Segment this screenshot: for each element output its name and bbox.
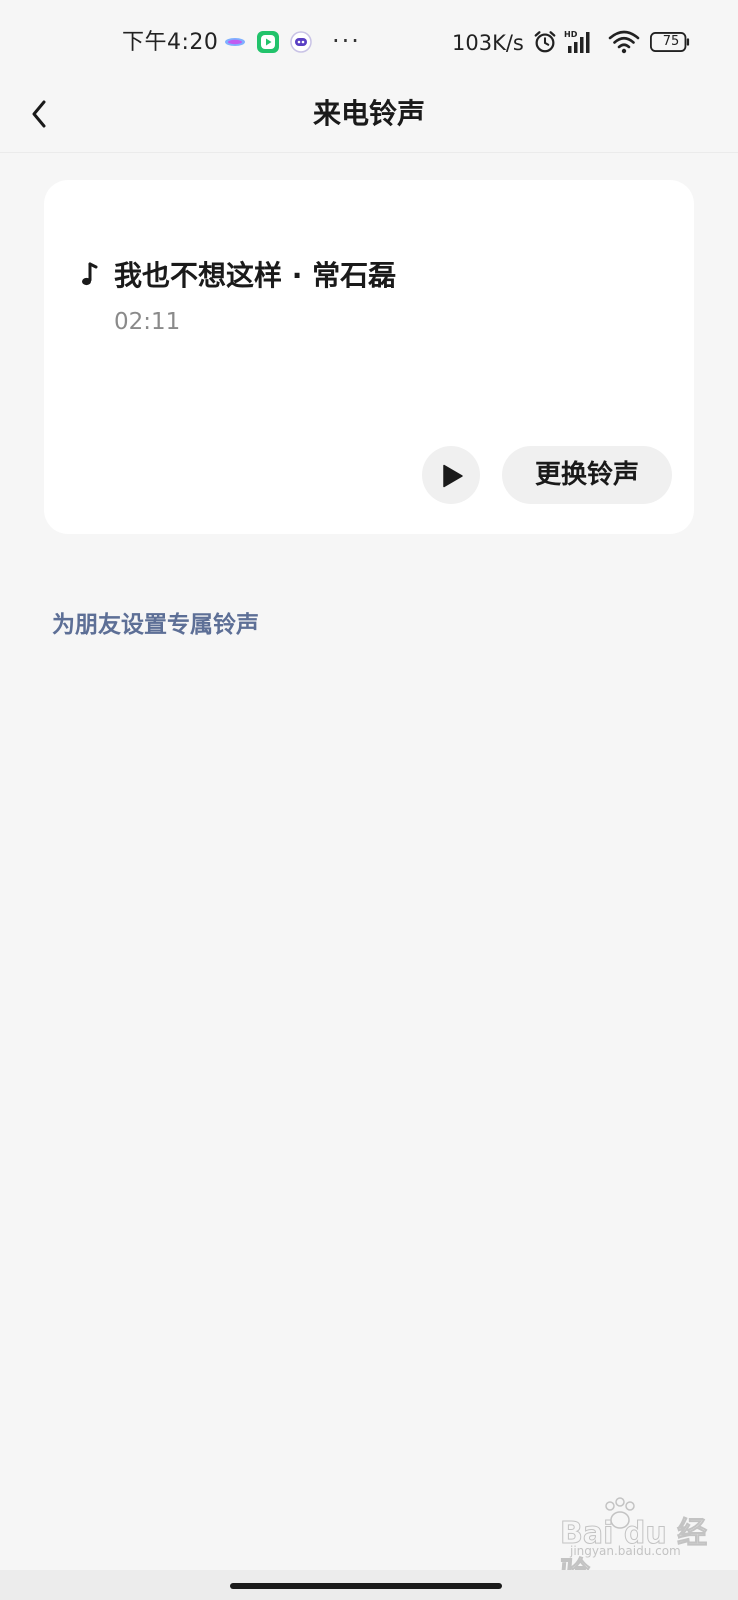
bubble-app-icon xyxy=(225,38,245,46)
status-bar: 下午4:20 ··· 103K/s HD 75 xyxy=(0,0,738,86)
astronaut-app-icon xyxy=(290,31,312,53)
change-ringtone-button[interactable]: 更换铃声 xyxy=(502,446,672,504)
current-ringtone-card: 我也不想这样 · 常石磊 02:11 更换铃声 xyxy=(44,180,694,534)
more-notifications-indicator: ··· xyxy=(332,27,361,55)
play-icon xyxy=(443,464,463,488)
network-speed: 103K/s xyxy=(452,31,524,55)
svg-text:HD: HD xyxy=(564,30,578,39)
green-play-app-icon xyxy=(257,31,279,53)
status-time: 下午4:20 xyxy=(122,30,219,55)
wifi-icon xyxy=(608,30,640,54)
header: 来电铃声 xyxy=(0,86,738,153)
home-indicator[interactable] xyxy=(230,1583,502,1589)
page-title: 来电铃声 xyxy=(312,97,425,130)
hd-signal-icon: HD xyxy=(564,30,590,53)
alarm-icon xyxy=(534,31,556,53)
set-friend-ringtone-link[interactable]: 为朋友设置专属铃声 xyxy=(52,608,259,642)
ringtone-duration: 02:11 xyxy=(114,309,181,335)
play-button[interactable] xyxy=(422,446,480,504)
baidu-watermark-logo: Bai du 经验 jingyan.baidu.com xyxy=(560,1497,710,1592)
music-note-icon xyxy=(82,262,98,286)
ringtone-title: 我也不想这样 · 常石磊 xyxy=(114,259,397,292)
battery-level: 75 xyxy=(662,34,680,49)
